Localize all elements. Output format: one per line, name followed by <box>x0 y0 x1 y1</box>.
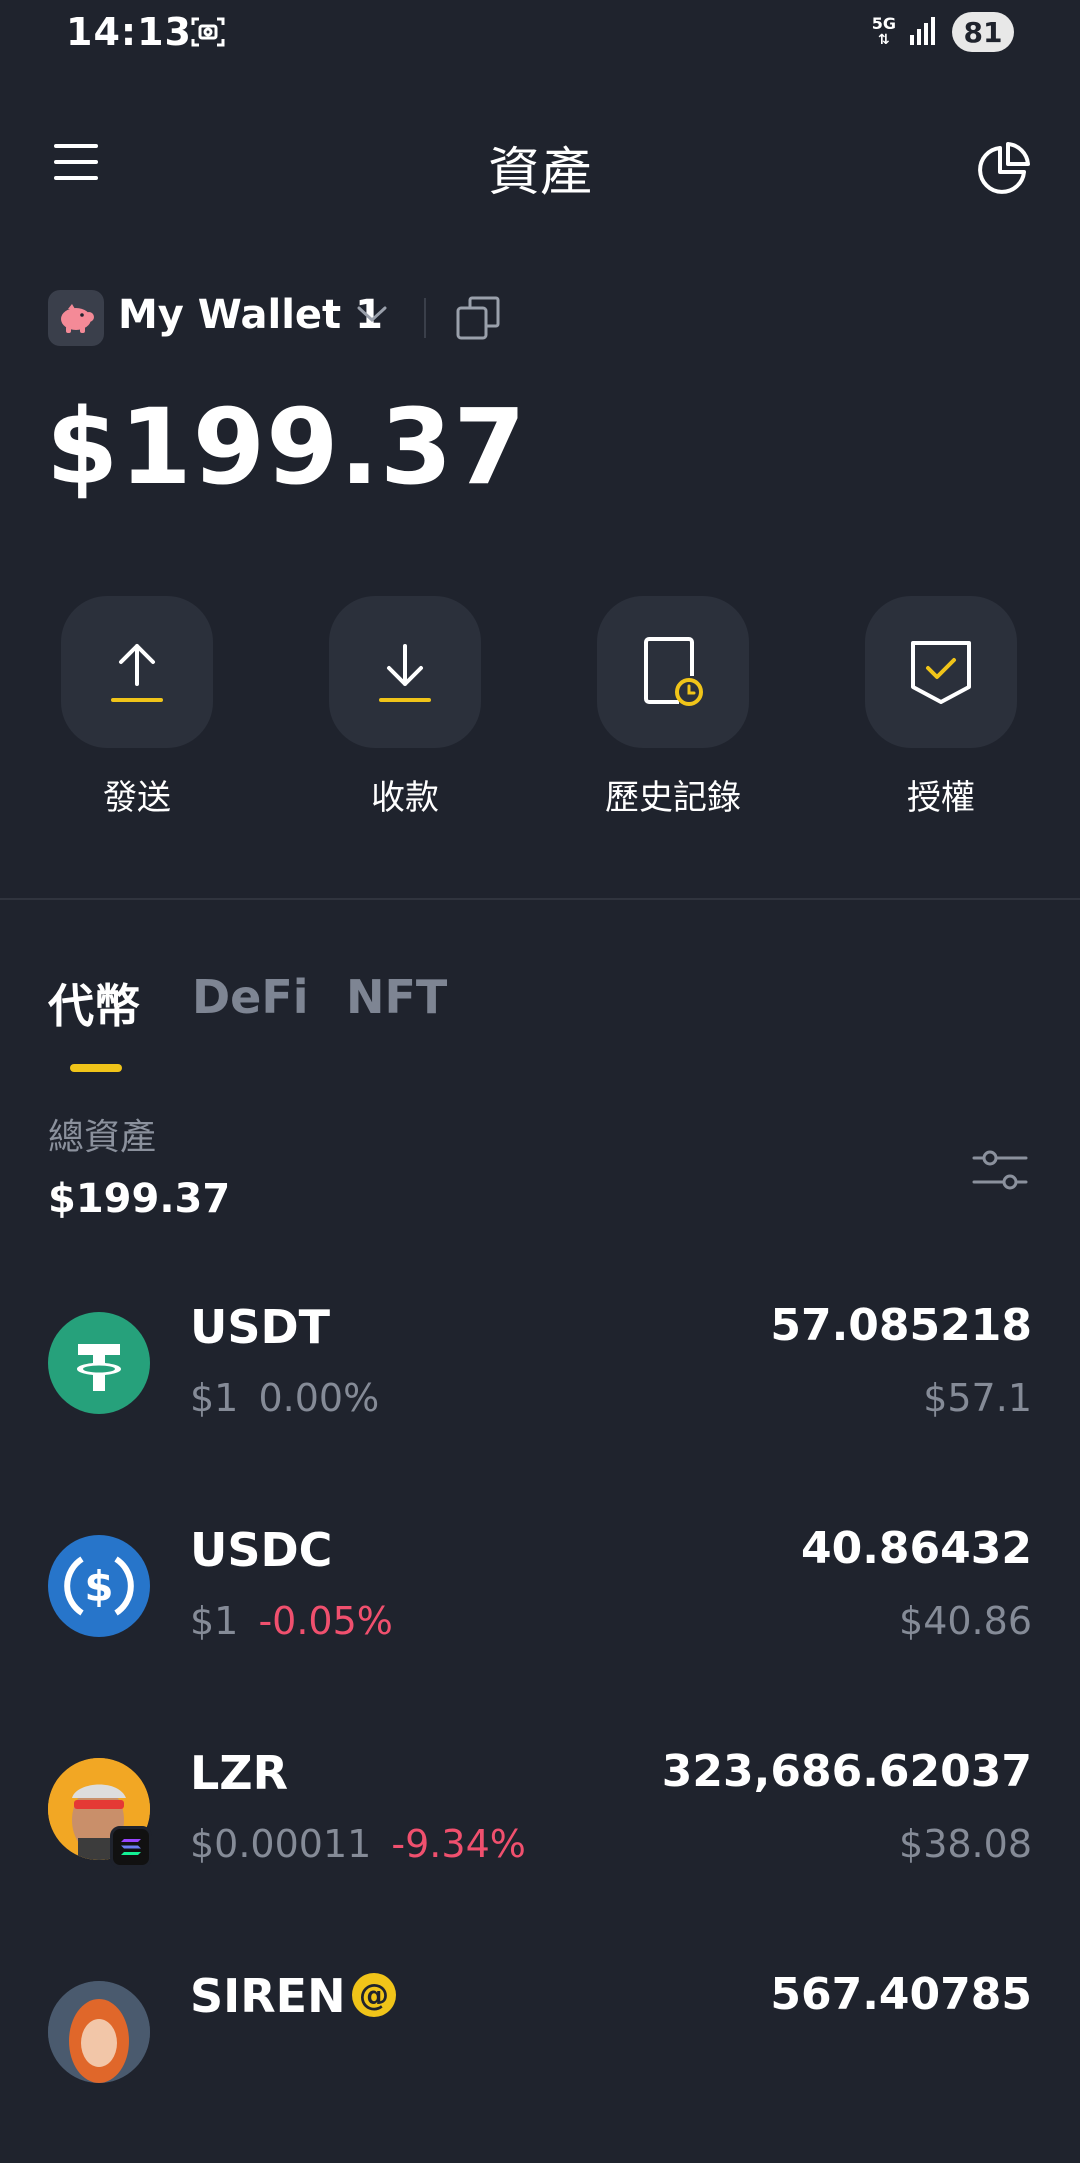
total-assets-label: 總資產 <box>48 1117 157 1158</box>
approval-label: 授權 <box>907 778 975 818</box>
receive-label: 收款 <box>371 778 439 818</box>
token-price-line: $1 -0.05% <box>190 1599 393 1643</box>
send-label: 發送 <box>103 778 171 818</box>
token-change: 0.00% <box>258 1376 380 1420</box>
tab-defi[interactable]: DeFi <box>192 970 309 1024</box>
usdc-icon: $ <box>48 1535 150 1637</box>
send-button[interactable] <box>61 596 213 748</box>
token-price: $1 <box>190 1599 239 1643</box>
send-icon <box>111 644 163 702</box>
token-row-lzr[interactable]: LZR $0.00011 -9.34% 323,686.62037 $38.08 <box>0 1716 1080 1940</box>
status-time: 14:13 <box>66 10 192 54</box>
token-value: $40.86 <box>899 1599 1032 1643</box>
network-indicator: 5G ⇅ <box>871 14 896 49</box>
receive-action[interactable]: 收款 <box>329 596 481 819</box>
token-amount: 567.40785 <box>770 1969 1032 2020</box>
token-row-siren[interactable]: SIREN @ 567.40785 <box>0 1939 1080 2163</box>
token-amount: 57.085218 <box>770 1300 1032 1351</box>
token-amount: 40.86432 <box>800 1523 1032 1574</box>
token-price: $1 <box>190 1376 239 1420</box>
history-label: 歷史記錄 <box>605 778 741 818</box>
send-action[interactable]: 發送 <box>61 596 213 819</box>
token-row-usdt[interactable]: USDT $1 0.00% 57.085218 $57.1 <box>0 1270 1080 1494</box>
filter-icon[interactable] <box>972 1146 1028 1198</box>
history-button[interactable] <box>597 596 749 748</box>
screenshot-icon <box>190 14 226 54</box>
token-symbol: USDC <box>190 1523 333 1577</box>
tab-tokens[interactable]: 代幣 <box>48 970 140 1036</box>
chevron-down-icon[interactable] <box>356 304 388 328</box>
page-title: 資產 <box>487 143 592 203</box>
token-change: -0.05% <box>258 1599 393 1643</box>
token-price: $0.00011 <box>190 1822 372 1866</box>
token-price-line: $0.00011 -9.34% <box>190 1822 526 1866</box>
receive-icon <box>379 644 431 702</box>
svg-text:$: $ <box>84 1562 113 1611</box>
approval-button[interactable] <box>865 596 1017 748</box>
wallet-name[interactable]: My Wallet 1 <box>118 292 383 338</box>
history-icon <box>644 637 703 706</box>
wallet-avatar[interactable] <box>48 290 104 346</box>
token-change: -9.34% <box>391 1822 526 1866</box>
token-price-line: $1 0.00% <box>190 1376 379 1420</box>
piggy-icon <box>61 304 94 333</box>
receive-button[interactable] <box>329 596 481 748</box>
battery-indicator: 81 <box>952 12 1014 52</box>
wallet-divider <box>424 298 426 338</box>
approval-action[interactable]: 授權 <box>865 596 1017 819</box>
status-indicators: 5G ⇅ 81 <box>872 12 1014 52</box>
active-tab-indicator <box>70 1064 122 1072</box>
siren-icon <box>48 1981 150 2083</box>
usdt-icon <box>48 1312 150 1414</box>
token-value: $57.1 <box>923 1376 1032 1420</box>
copy-icon[interactable] <box>456 296 500 344</box>
mention-badge-icon: @ <box>352 1973 396 2017</box>
total-assets-value: $199.37 <box>48 1176 231 1222</box>
history-action[interactable]: 歷史記錄 <box>597 596 749 819</box>
tab-nft[interactable]: NFT <box>346 970 447 1024</box>
wallet-balance: $199.37 <box>46 386 527 508</box>
signal-icon <box>910 15 938 49</box>
approval-icon <box>911 641 971 704</box>
token-amount: 323,686.62037 <box>661 1746 1032 1797</box>
token-value: $38.08 <box>899 1822 1032 1866</box>
token-row-usdc[interactable]: $ USDC $1 -0.05% 40.86432 $40.86 <box>0 1493 1080 1717</box>
token-symbol: SIREN <box>190 1969 346 2023</box>
section-divider <box>0 898 1080 900</box>
solana-chain-badge-icon <box>110 1826 152 1868</box>
portfolio-chart-icon[interactable] <box>976 140 1032 200</box>
token-symbol: USDT <box>190 1300 331 1354</box>
token-symbol: LZR <box>190 1746 289 1800</box>
